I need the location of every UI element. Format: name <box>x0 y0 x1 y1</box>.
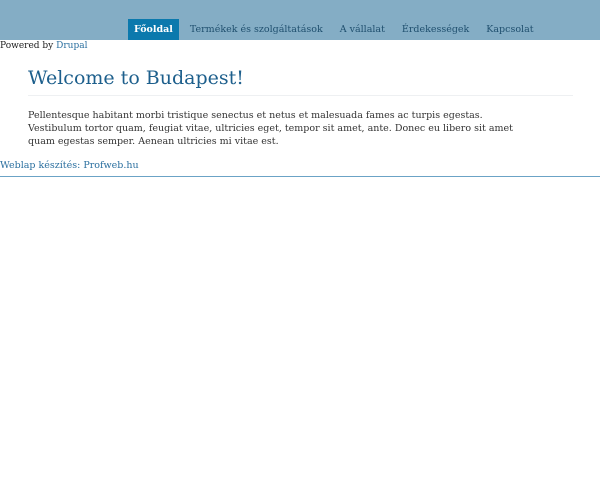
title-divider <box>28 95 573 96</box>
top-bar: Főoldal Termékek és szolgáltatások A vál… <box>0 0 600 40</box>
nav-item-interesting[interactable]: Érdekességek <box>396 19 475 40</box>
drupal-link[interactable]: Drupal <box>56 41 87 51</box>
page-title: Welcome to Budapest! <box>28 67 244 89</box>
nav-item-company[interactable]: A vállalat <box>334 19 391 40</box>
main-nav: Főoldal Termékek és szolgáltatások A vál… <box>128 19 545 40</box>
page-body-text: Pellentesque habitant morbi tristique se… <box>28 110 513 147</box>
footer-credit-link[interactable]: Weblap készítés: Profweb.hu <box>0 160 139 171</box>
footer: Weblap készítés: Profweb.hu <box>0 160 139 172</box>
nav-item-contact[interactable]: Kapcsolat <box>480 19 539 40</box>
footer-divider <box>0 176 600 177</box>
nav-item-products[interactable]: Termékek és szolgáltatások <box>184 19 329 40</box>
powered-by: Powered by Drupal <box>0 41 87 52</box>
powered-by-label: Powered by <box>0 41 54 51</box>
nav-item-home[interactable]: Főoldal <box>128 19 179 40</box>
